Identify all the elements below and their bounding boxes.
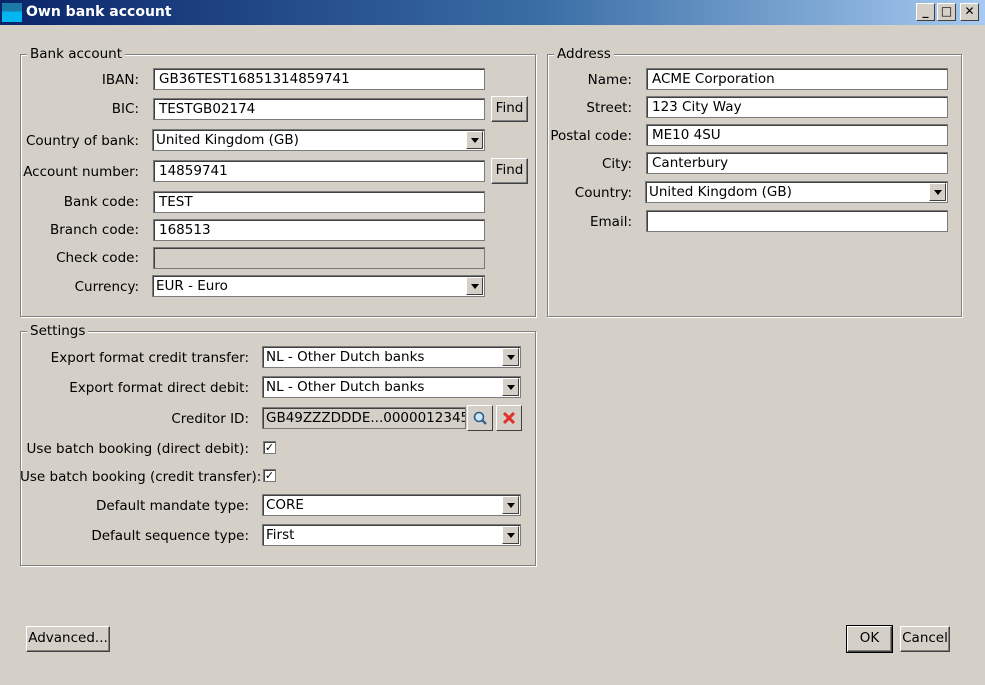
name-label: Name: — [587, 72, 632, 88]
country-of-bank-value: United Kingdom (GB) — [156, 132, 299, 148]
chevron-down-icon[interactable] — [502, 496, 519, 514]
country-of-bank-label: Country of bank: — [26, 133, 139, 149]
search-creditor-button[interactable] — [467, 405, 493, 431]
bic-field[interactable]: TESTGB02174 — [153, 98, 485, 120]
currency-select[interactable]: EUR - Euro — [152, 275, 485, 297]
window-title: Own bank account — [26, 4, 172, 20]
sequence-type-label: Default sequence type: — [91, 528, 249, 544]
email-label: Email: — [589, 214, 632, 230]
mandate-type-value: CORE — [266, 497, 304, 513]
batch-ct-checkbox[interactable]: ✓ — [263, 469, 276, 482]
sequence-type-select[interactable]: First — [262, 524, 521, 546]
export-ct-select[interactable]: NL - Other Dutch banks — [262, 346, 521, 368]
check-code-field — [153, 247, 485, 269]
sequence-type-value: First — [266, 527, 295, 543]
country-of-bank-select[interactable]: United Kingdom (GB) — [152, 129, 485, 151]
export-ct-label: Export format credit transfer: — [50, 350, 249, 366]
account-find-button[interactable]: Find — [491, 158, 528, 184]
bic-find-button[interactable]: Find — [491, 96, 528, 122]
mandate-type-select[interactable]: CORE — [262, 494, 521, 516]
creditor-id-label: Creditor ID: — [171, 411, 249, 427]
delete-creditor-button[interactable] — [496, 405, 522, 431]
chevron-down-icon[interactable] — [502, 348, 519, 366]
export-dd-value: NL - Other Dutch banks — [266, 379, 425, 395]
postal-code-field[interactable]: ME10 4SU — [646, 124, 948, 146]
iban-field[interactable]: GB36TEST16851314859741 — [153, 68, 485, 90]
chevron-down-icon[interactable] — [502, 378, 519, 396]
country-label: Country: — [574, 185, 632, 201]
chevron-down-icon[interactable] — [929, 183, 946, 201]
check-code-label: Check code: — [56, 250, 139, 266]
ok-button[interactable]: OK — [846, 625, 893, 653]
iban-label: IBAN: — [101, 72, 139, 88]
mandate-type-label: Default mandate type: — [95, 498, 249, 514]
chevron-down-icon[interactable] — [466, 277, 483, 295]
creditor-id-field: GB49ZZZDDDE...00000123456 — [262, 407, 466, 429]
postal-code-label: Postal code: — [550, 128, 632, 144]
country-select[interactable]: United Kingdom (GB) — [645, 181, 948, 203]
chevron-down-icon[interactable] — [502, 526, 519, 544]
batch-ct-label: Use batch booking (credit transfer): — [20, 469, 262, 485]
advanced-button[interactable]: Advanced... — [26, 626, 110, 652]
bank-code-field[interactable]: TEST — [153, 191, 485, 213]
app-icon — [2, 3, 22, 22]
account-number-field[interactable]: 14859741 — [153, 160, 485, 182]
chevron-down-icon[interactable] — [466, 131, 483, 149]
street-label: Street: — [586, 100, 632, 116]
export-ct-value: NL - Other Dutch banks — [266, 349, 425, 365]
batch-dd-checkbox[interactable]: ✓ — [263, 441, 276, 454]
bank-code-label: Bank code: — [63, 194, 139, 210]
country-value: United Kingdom (GB) — [649, 184, 792, 200]
currency-value: EUR - Euro — [156, 278, 228, 294]
export-dd-label: Export format direct debit: — [69, 380, 249, 396]
minimize-button[interactable]: _ — [916, 3, 935, 21]
red-x-icon — [502, 411, 516, 425]
address-legend: Address — [554, 46, 614, 62]
close-button[interactable]: ✕ — [960, 3, 979, 21]
currency-label: Currency: — [74, 279, 139, 295]
export-dd-select[interactable]: NL - Other Dutch banks — [262, 376, 521, 398]
batch-dd-label: Use batch booking (direct debit): — [26, 441, 249, 457]
settings-legend: Settings — [27, 323, 89, 339]
maximize-button[interactable]: □ — [937, 3, 956, 21]
name-field[interactable]: ACME Corporation — [646, 68, 948, 90]
magnifier-icon — [473, 411, 487, 425]
city-label: City: — [601, 156, 632, 172]
account-number-label: Account number: — [23, 164, 139, 180]
branch-code-field[interactable]: 168513 — [153, 219, 485, 241]
city-field[interactable]: Canterbury — [646, 152, 948, 174]
bic-label: BIC: — [111, 101, 139, 117]
title-bar[interactable]: Own bank account _ □ ✕ — [0, 0, 985, 25]
street-field[interactable]: 123 City Way — [646, 96, 948, 118]
bank-account-legend: Bank account — [27, 46, 125, 62]
email-field[interactable] — [646, 210, 948, 232]
cancel-button[interactable]: Cancel — [900, 626, 950, 652]
branch-code-label: Branch code: — [49, 222, 139, 238]
